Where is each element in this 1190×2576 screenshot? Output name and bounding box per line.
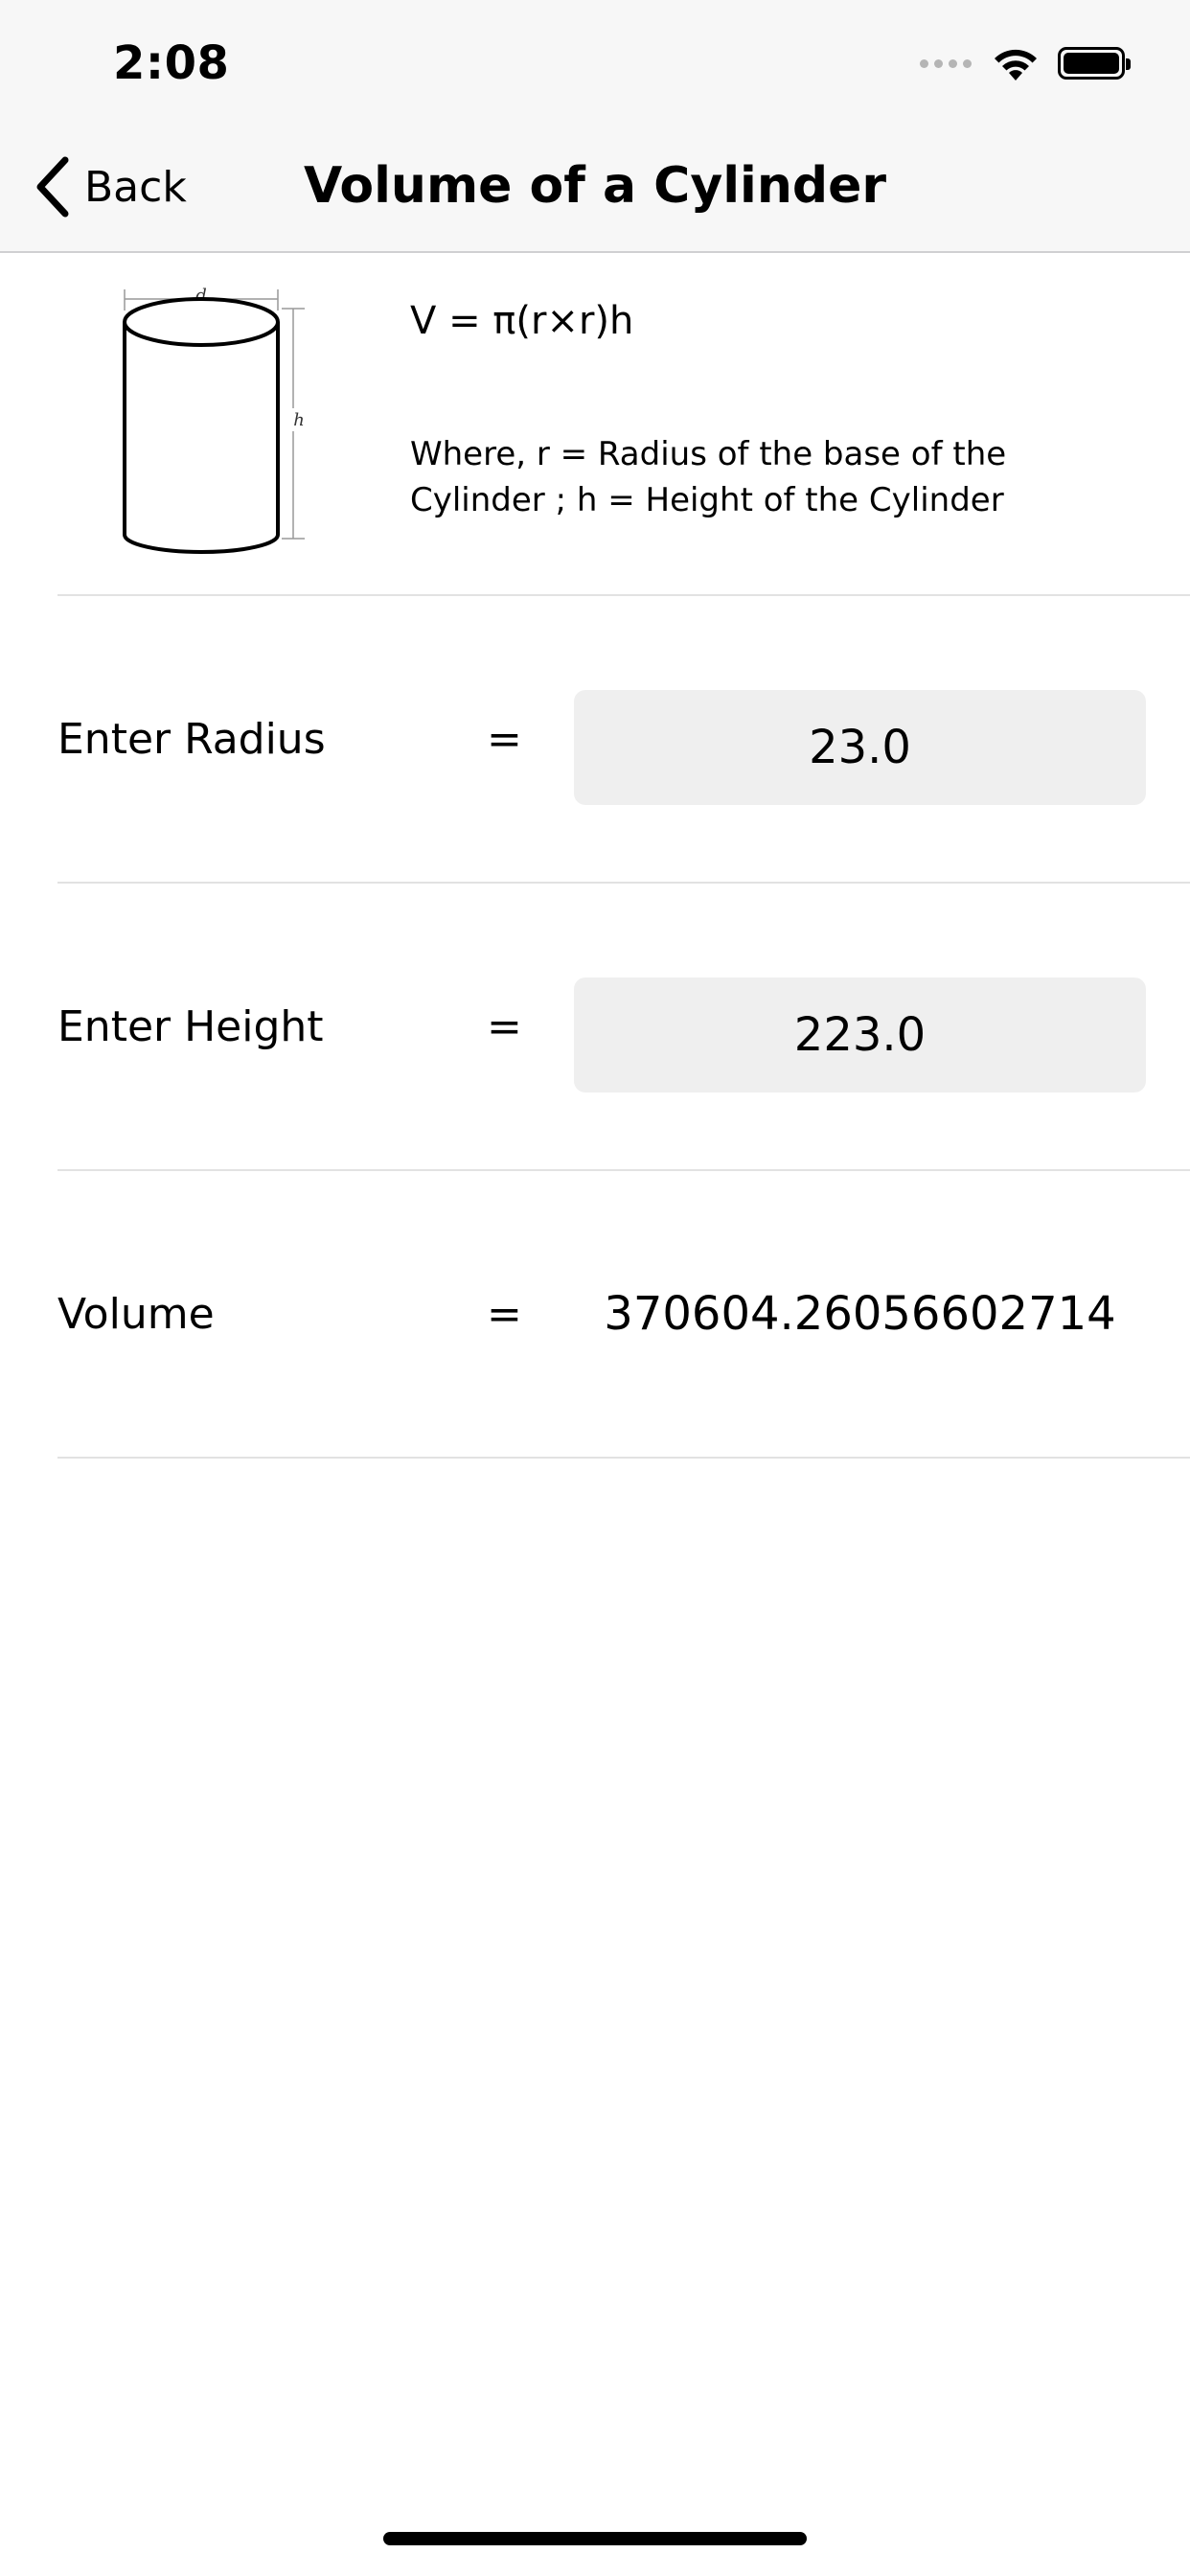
radius-row: Enter Radius = 23.0 [57,596,1190,884]
radius-label: Enter Radius [57,714,326,764]
volume-result: 370604.26056602714 [604,1287,1116,1341]
status-time: 2:08 [113,36,230,90]
cellular-signal-icon [920,58,972,68]
height-label: Enter Height [57,1001,324,1051]
wifi-icon [995,49,1037,80]
height-input[interactable]: 223.0 [574,978,1146,1092]
volume-formula: V = π(r×r)h [410,299,634,343]
formula-explanation: Where, r = Radius of the base of the Cyl… [410,435,1007,519]
radius-input[interactable]: 23.0 [574,690,1146,805]
screen: 2:08 Back Volume of a Cylinder d h V = π… [0,0,1190,2576]
volume-row: Volume = 370604.26056602714 [57,1171,1190,1459]
volume-label: Volume [57,1289,215,1339]
equals-sign: = [487,714,522,764]
page-title: Volume of a Cylinder [303,157,887,215]
home-indicator[interactable] [383,2532,807,2545]
battery-icon [1058,47,1131,80]
height-label: h [293,410,305,430]
navigation-bar: 2:08 Back Volume of a Cylinder [0,0,1190,253]
equals-sign: = [487,1001,522,1051]
formula-section: d h V = π(r×r)h Where, r = Radius of the… [57,255,1190,596]
status-icons [920,44,1131,82]
height-row: Enter Height = 223.0 [57,884,1190,1171]
cylinder-diagram: d h [123,286,305,554]
equals-sign: = [487,1289,522,1339]
